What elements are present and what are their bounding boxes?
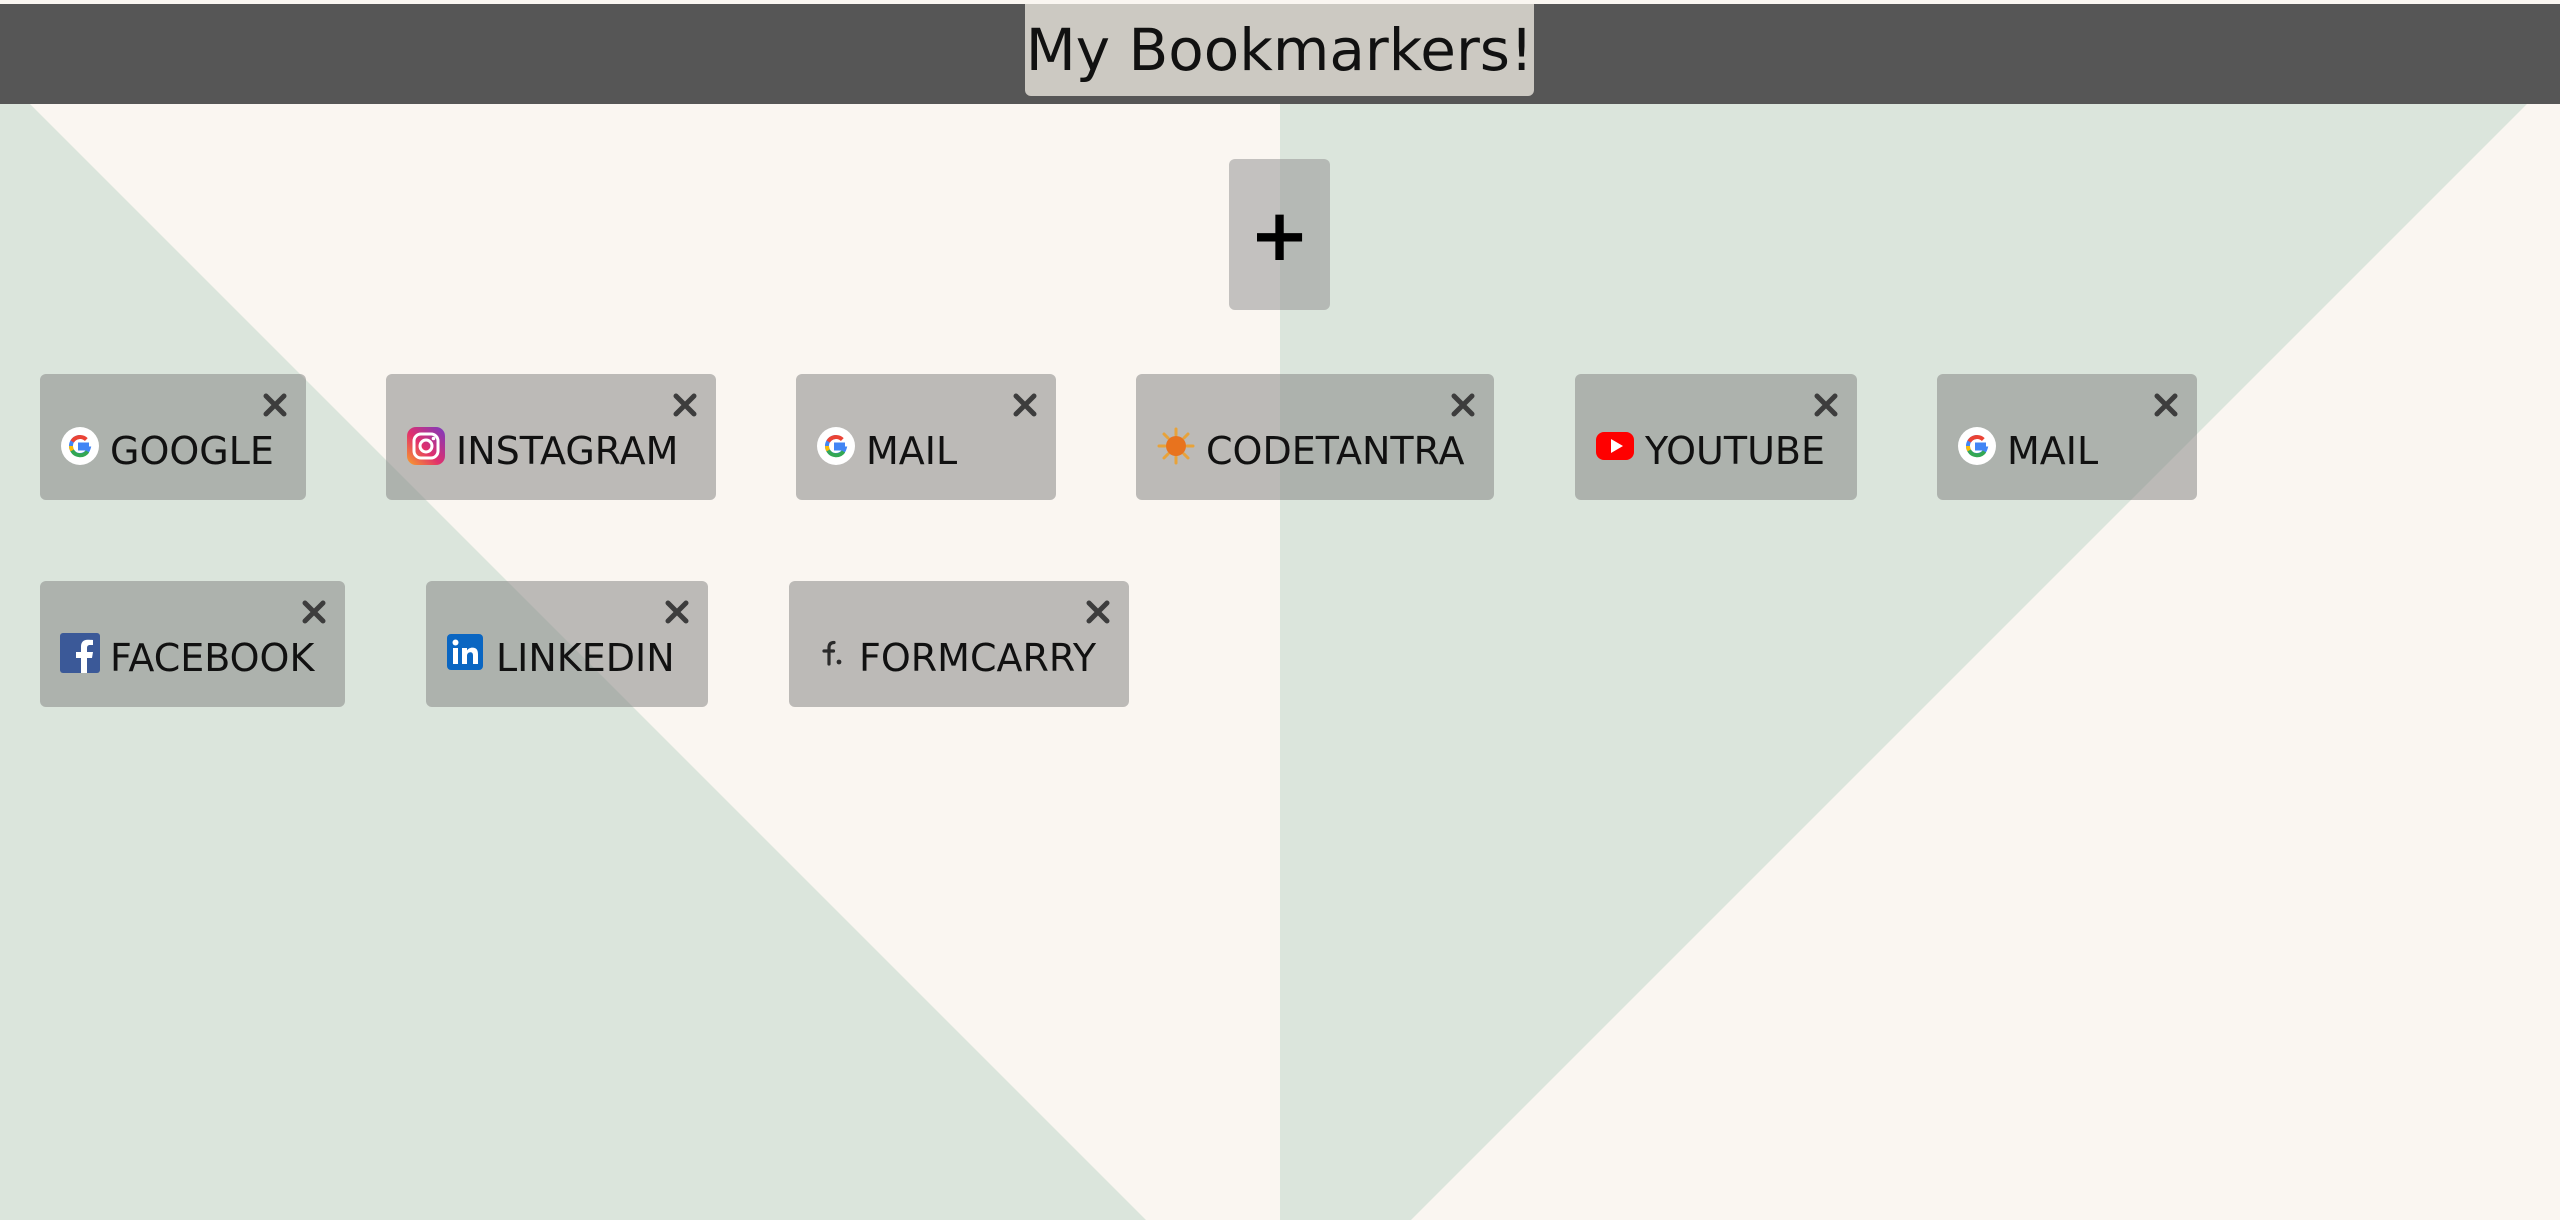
bookmark-card[interactable]: MAIL xyxy=(1937,374,2197,500)
close-icon[interactable] xyxy=(301,599,327,625)
bookmark-card[interactable]: MAIL xyxy=(796,374,1056,500)
bookmark-label: CODETANTRA xyxy=(1206,429,1465,473)
add-bookmark-button[interactable]: + xyxy=(1229,159,1330,310)
close-icon[interactable] xyxy=(2153,392,2179,418)
close-icon[interactable] xyxy=(672,392,698,418)
bookmark-label: MAIL xyxy=(866,429,958,473)
close-icon[interactable] xyxy=(262,392,288,418)
page-title: My Bookmarkers! xyxy=(1025,4,1534,96)
bookmark-label: FORMCARRY xyxy=(859,636,1097,680)
bookmark-label: FACEBOOK xyxy=(110,636,315,680)
close-icon[interactable] xyxy=(664,599,690,625)
bookmark-card[interactable]: CODETANTRA xyxy=(1136,374,1494,500)
bookmark-label: LINKEDIN xyxy=(496,636,675,680)
bookmark-card[interactable]: FACEBOOK xyxy=(40,581,345,707)
close-icon[interactable] xyxy=(1813,392,1839,418)
bookmark-label: MAIL xyxy=(2007,429,2099,473)
bookmark-label: GOOGLE xyxy=(110,429,274,473)
bookmark-card[interactable]: YOUTUBE xyxy=(1575,374,1857,500)
bookmark-card[interactable]: GOOGLE xyxy=(40,374,306,500)
youtube-icon xyxy=(1595,426,1635,466)
close-icon[interactable] xyxy=(1450,392,1476,418)
facebook-icon xyxy=(60,633,100,673)
bookmark-card[interactable]: LINKEDIN xyxy=(426,581,708,707)
bookmark-label: INSTAGRAM xyxy=(456,429,679,473)
linkedin-icon xyxy=(446,633,486,673)
formcarry-icon xyxy=(809,633,849,673)
close-icon[interactable] xyxy=(1085,599,1111,625)
google-icon xyxy=(1957,426,1997,466)
bookmark-card[interactable]: FORMCARRY xyxy=(789,581,1129,707)
codetantra-icon xyxy=(1156,426,1196,466)
app-root: My Bookmarkers! + GOOGLE INSTAGRAM MAIL … xyxy=(0,0,2560,1220)
google-icon xyxy=(60,426,100,466)
header-bar: My Bookmarkers! xyxy=(0,4,2560,104)
google-icon xyxy=(816,426,856,466)
bookmark-label: YOUTUBE xyxy=(1645,429,1825,473)
bookmark-card[interactable]: INSTAGRAM xyxy=(386,374,716,500)
close-icon[interactable] xyxy=(1012,392,1038,418)
instagram-icon xyxy=(406,426,446,466)
